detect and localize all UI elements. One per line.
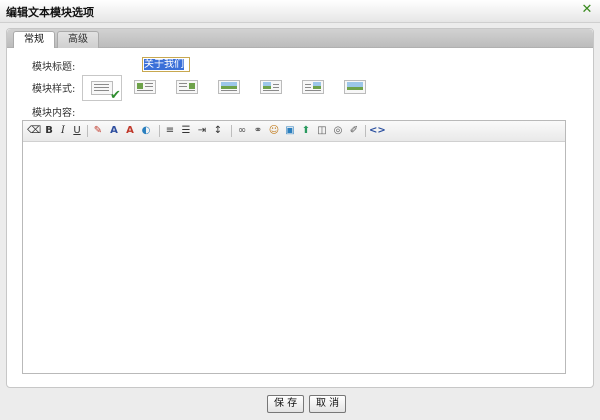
- editor-toolbar: ⌫ B I U ✎ A A ◐ ≡ ☰ ⇥ ↕ ∞ ⚭ ☺ ▣ ⬆ ◫ ◎ ✐ …: [23, 121, 565, 142]
- underline-icon[interactable]: U: [70, 124, 84, 138]
- style-option-6[interactable]: [302, 80, 324, 94]
- tab-general[interactable]: 常规: [13, 31, 55, 48]
- tab-strip: 常规 高级: [7, 29, 593, 48]
- style-option-2[interactable]: [134, 80, 156, 94]
- editor-content-area[interactable]: [23, 142, 565, 373]
- dialog-titlebar: 编辑文本模块选项 ✕: [0, 0, 600, 23]
- module-title-input[interactable]: 关于我们: [142, 57, 190, 72]
- align-left-icon[interactable]: ≡: [163, 124, 177, 138]
- italic-icon[interactable]: I: [56, 124, 70, 138]
- tab-advanced[interactable]: 高级: [57, 31, 99, 48]
- style-option-7[interactable]: [344, 80, 366, 94]
- bullet-list-icon[interactable]: ☰: [179, 124, 193, 138]
- style-option-5[interactable]: [260, 80, 282, 94]
- module-title-value: 关于我们: [144, 59, 184, 70]
- indent-icon[interactable]: ⇥: [195, 124, 209, 138]
- emoticon-icon[interactable]: ☺: [267, 124, 281, 138]
- module-content-label: 模块内容:: [32, 108, 76, 119]
- toolbar-separator: [231, 125, 232, 137]
- highlight-color-icon[interactable]: ◐: [139, 124, 153, 138]
- spellcheck-icon[interactable]: ✎: [91, 124, 105, 138]
- eraser-icon[interactable]: ⌫: [27, 124, 41, 138]
- font-color-icon[interactable]: A: [123, 124, 137, 138]
- module-style-label: 模块样式:: [32, 84, 76, 95]
- selected-check-icon: ✔: [110, 88, 121, 103]
- font-size-icon[interactable]: A: [107, 124, 121, 138]
- toolbar-separator: [159, 125, 160, 137]
- toolbar-separator: [87, 125, 88, 137]
- flash-icon[interactable]: ◫: [315, 124, 329, 138]
- edit-icon[interactable]: ✐: [347, 124, 361, 138]
- rich-text-editor[interactable]: ⌫ B I U ✎ A A ◐ ≡ ☰ ⇥ ↕ ∞ ⚭ ☺ ▣ ⬆ ◫ ◎ ✐ …: [22, 120, 566, 374]
- cancel-button[interactable]: 取 消: [309, 395, 347, 413]
- link-icon[interactable]: ∞: [235, 124, 249, 138]
- line-spacing-icon[interactable]: ↕: [211, 124, 225, 138]
- image-up-icon[interactable]: ⬆: [299, 124, 313, 138]
- close-icon[interactable]: ✕: [580, 2, 594, 18]
- style-option-3[interactable]: [176, 80, 198, 94]
- style-option-4[interactable]: [218, 80, 240, 94]
- toolbar-separator: [365, 125, 366, 137]
- module-title-label: 模块标题:: [32, 62, 76, 73]
- insert-image-icon[interactable]: ▣: [283, 124, 297, 138]
- unlink-icon[interactable]: ⚭: [251, 124, 265, 138]
- media-icon[interactable]: ◎: [331, 124, 345, 138]
- bold-icon[interactable]: B: [42, 124, 56, 138]
- source-code-icon[interactable]: <>: [369, 124, 386, 138]
- save-button[interactable]: 保 存: [267, 395, 305, 413]
- dialog-title: 编辑文本模块选项: [6, 6, 94, 19]
